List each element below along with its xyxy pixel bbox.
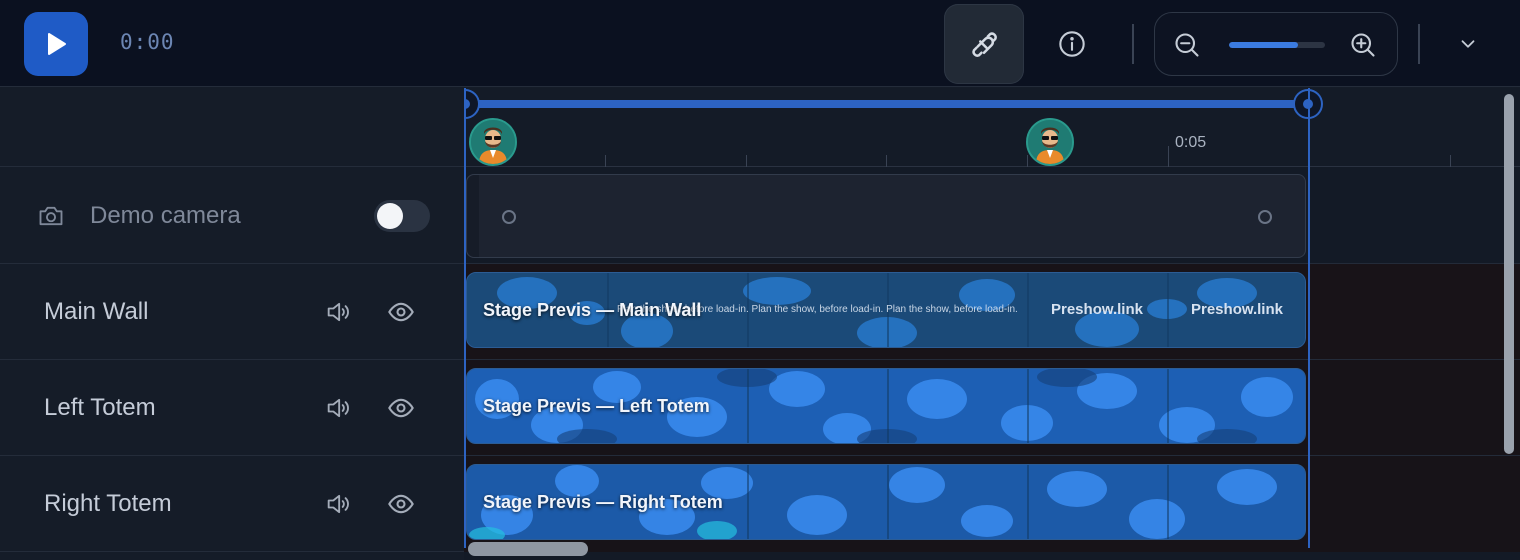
play-icon (48, 33, 66, 55)
zoom-slider[interactable] (1229, 42, 1325, 48)
avatar-image (471, 120, 515, 164)
track-header-right-totem[interactable]: Right Totem (0, 456, 464, 552)
zoom-in-icon (1351, 33, 1375, 57)
volume-button[interactable] (324, 298, 352, 326)
ruler-tick (1168, 146, 1169, 167)
visibility-button[interactable] (387, 490, 415, 518)
volume-icon (327, 302, 349, 322)
clip-edge (467, 175, 479, 257)
zoom-slider-fill (1229, 42, 1299, 48)
zoom-out-button[interactable] (1169, 27, 1205, 63)
vertical-scrollbar[interactable] (1504, 94, 1514, 454)
ruler-tick-label: 0:05 (1175, 134, 1207, 151)
volume-icon (327, 494, 349, 514)
ruler-tick (605, 155, 606, 167)
lane-right-totem: Stage Previs — Right Totem (464, 456, 1520, 552)
zoom-control (1154, 12, 1398, 76)
eye-icon (388, 302, 414, 322)
ruler-tick (1450, 155, 1451, 167)
timeline-editor: 0:00 Demo camera Main Wall Left Totem Ri… (0, 0, 1520, 560)
ruler-tick (1027, 155, 1028, 167)
keyframe[interactable] (502, 210, 516, 224)
snap-toggle-button[interactable] (944, 4, 1024, 84)
volume-button[interactable] (324, 394, 352, 422)
camera-toggle[interactable] (374, 200, 430, 232)
toolbar-divider (1418, 24, 1420, 64)
clip-title: Stage Previs — Left Totem (483, 396, 710, 416)
clip-brand-text: Preshow.link (1191, 301, 1283, 318)
track-name: Right Totem (44, 490, 172, 517)
toolbar-divider (1132, 24, 1134, 64)
lane-demo-camera (464, 168, 1520, 264)
toolbar: 0:00 (0, 0, 1520, 87)
track-name: Main Wall (44, 298, 149, 325)
video-clip-right-totem[interactable]: Stage Previs — Right Totem (466, 464, 1306, 540)
user-avatar[interactable] (469, 118, 517, 166)
user-avatar[interactable] (1026, 118, 1074, 166)
avatar-image (1028, 120, 1072, 164)
eye-icon (388, 494, 414, 514)
zoom-out-icon (1175, 33, 1199, 57)
clip-brand-text: Preshow.link (1051, 301, 1143, 318)
range-end-line (1308, 88, 1310, 548)
timeline-area[interactable]: 0:05 Plan the show, before load-in. Plan… (464, 88, 1520, 560)
keyframe[interactable] (1258, 210, 1272, 224)
timecode: 0:00 (120, 30, 175, 54)
lane-left-totem: Stage Previs — Left Totem (464, 360, 1520, 456)
camera-icon (39, 206, 63, 226)
video-clip-left-totem[interactable]: Stage Previs — Left Totem (466, 368, 1306, 444)
track-name: Left Totem (44, 394, 156, 421)
info-icon (1059, 31, 1085, 57)
info-button[interactable] (1050, 22, 1094, 66)
video-clip-main-wall[interactable]: Plan the show, before load-in. Plan the … (466, 272, 1306, 348)
visibility-button[interactable] (387, 298, 415, 326)
eye-icon (388, 398, 414, 418)
range-start-handle[interactable] (464, 89, 480, 119)
track-header-demo-camera[interactable]: Demo camera (0, 168, 464, 264)
track-headers: Demo camera Main Wall Left Totem Right T… (0, 88, 464, 560)
track-name: Demo camera (90, 202, 241, 229)
chevron-down-icon (1461, 40, 1475, 48)
magnet-icon (972, 32, 997, 57)
toggle-knob (377, 203, 403, 229)
clip-title: Stage Previs — Main Wall (483, 300, 702, 320)
ruler-tick (886, 155, 887, 167)
clip-title: Stage Previs — Right Totem (483, 492, 723, 512)
lane-main-wall: Plan the show, before load-in. Plan the … (464, 264, 1520, 360)
track-header-main-wall[interactable]: Main Wall (0, 264, 464, 360)
time-ruler[interactable]: 0:05 (464, 88, 1520, 167)
volume-button[interactable] (324, 490, 352, 518)
visibility-button[interactable] (387, 394, 415, 422)
camera-clip[interactable] (466, 174, 1306, 258)
track-header-left-totem[interactable]: Left Totem (0, 360, 464, 456)
ruler-tick (746, 155, 747, 167)
ruler-spacer (0, 88, 464, 167)
zoom-in-button[interactable] (1345, 27, 1381, 63)
play-button[interactable] (24, 12, 88, 76)
expand-button[interactable] (1446, 22, 1490, 66)
playback-range-bar[interactable] (466, 100, 1308, 108)
range-start-line (464, 88, 466, 548)
horizontal-scrollbar[interactable] (468, 542, 588, 556)
volume-icon (327, 398, 349, 418)
